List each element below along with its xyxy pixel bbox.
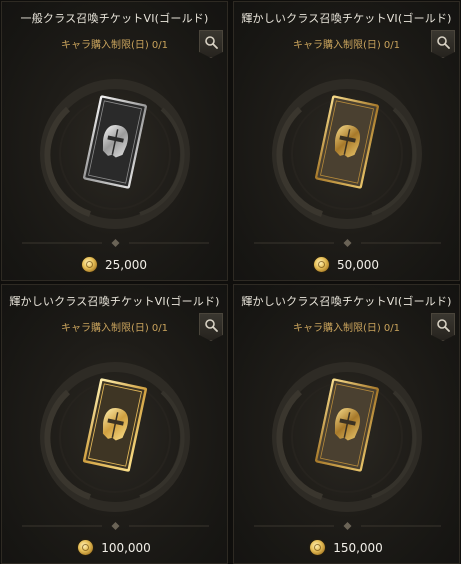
- ticket-title: 輝かしいクラス召喚チケットVI(ゴールド): [9, 295, 220, 308]
- search-icon: [205, 36, 218, 49]
- gold-coin-icon: [310, 540, 326, 555]
- search-button[interactable]: [431, 313, 455, 341]
- gold-coin-icon: [78, 540, 94, 555]
- ticket-card[interactable]: 一般クラス召喚チケットVI(ゴールド) キャラ購入制限(日) 0/1 25,00…: [1, 1, 228, 281]
- ticket-title: 輝かしいクラス召喚チケットVI(ゴールド): [241, 295, 452, 308]
- price-value: 150,000: [333, 540, 383, 555]
- search-icon: [205, 319, 218, 332]
- divider-ornament: [22, 239, 209, 247]
- ticket-card[interactable]: 輝かしいクラス召喚チケットVI(ゴールド) キャラ購入制限(日) 0/1: [1, 284, 228, 564]
- gold-coin-icon: [314, 257, 329, 272]
- ticket-card[interactable]: 輝かしいクラス召喚チケットVI(ゴールド) キャラ購入制限(日) 0/1: [233, 284, 460, 564]
- price-value: 50,000: [337, 257, 379, 272]
- search-icon: [437, 36, 450, 49]
- price-row: 100,000: [2, 540, 227, 555]
- price-value: 100,000: [101, 540, 151, 555]
- price-row: 50,000: [234, 257, 459, 272]
- search-button[interactable]: [431, 30, 455, 58]
- divider-ornament: [22, 522, 209, 530]
- price-row: 25,000: [2, 257, 227, 272]
- price-row: 150,000: [234, 540, 459, 555]
- purchase-limit: キャラ購入制限(日) 0/1: [292, 40, 401, 51]
- ticket-card[interactable]: 輝かしいクラス召喚チケットVI(ゴールド) キャラ購入制限(日) 0/1: [233, 1, 460, 281]
- ticket-shop-grid: 一般クラス召喚チケットVI(ゴールド) キャラ購入制限(日) 0/1 25,00…: [0, 0, 461, 564]
- purchase-limit: キャラ購入制限(日) 0/1: [292, 323, 401, 334]
- gold-coin-icon: [82, 257, 97, 272]
- price-value: 25,000: [105, 257, 147, 272]
- purchase-limit: キャラ購入制限(日) 0/1: [60, 40, 169, 51]
- search-button[interactable]: [199, 30, 223, 58]
- search-button[interactable]: [199, 313, 223, 341]
- purchase-limit: キャラ購入制限(日) 0/1: [60, 323, 169, 334]
- search-icon: [437, 319, 450, 332]
- divider-ornament: [254, 239, 441, 247]
- ticket-title: 輝かしいクラス召喚チケットVI(ゴールド): [241, 12, 452, 25]
- divider-ornament: [254, 522, 441, 530]
- ticket-title: 一般クラス召喚チケットVI(ゴールド): [20, 12, 209, 25]
